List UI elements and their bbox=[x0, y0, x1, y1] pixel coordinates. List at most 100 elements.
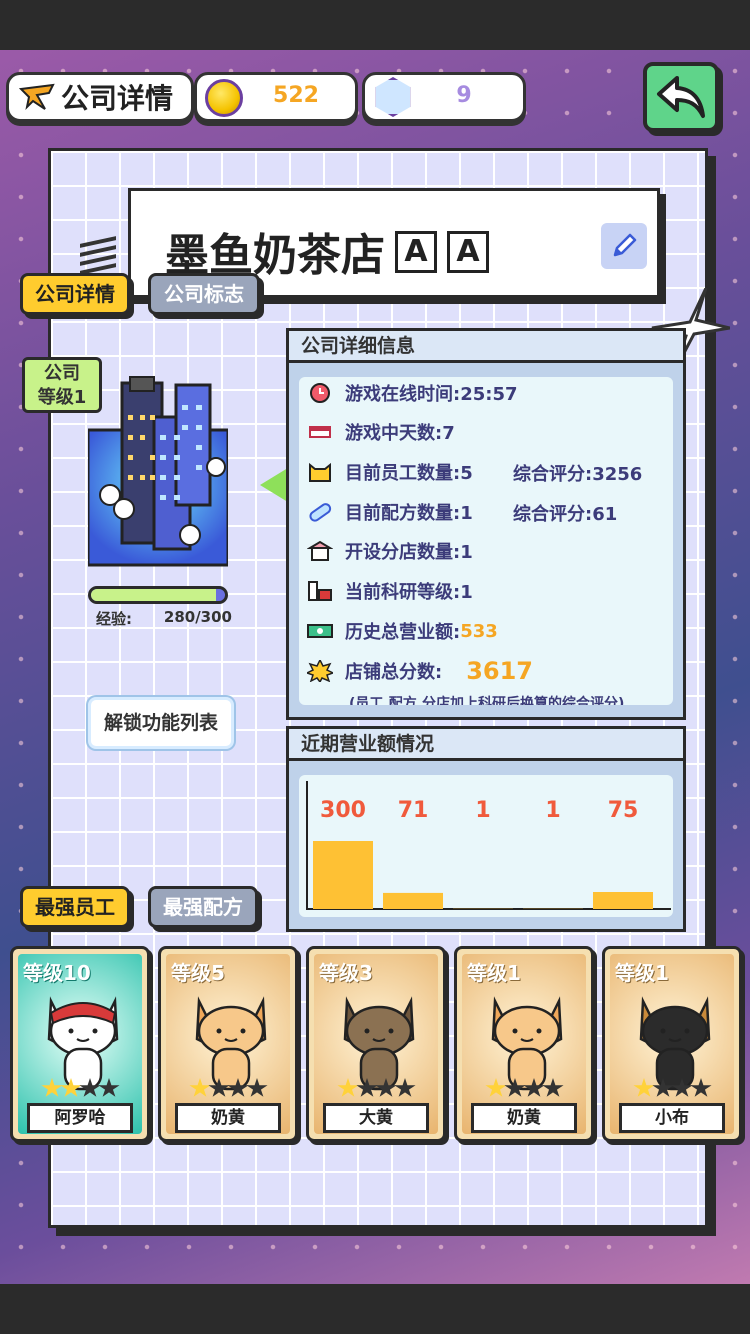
star-icon bbox=[394, 1078, 416, 1097]
cat-portrait-icon bbox=[639, 996, 711, 1091]
star-icon bbox=[690, 1078, 712, 1097]
total-revenue-value: 533 bbox=[460, 620, 498, 642]
calendar-icon bbox=[309, 426, 331, 438]
revenue-chart-panel: 近期营业额情况 300 71 1 1 75 bbox=[286, 726, 686, 932]
shop-score-value: 3617 bbox=[466, 657, 533, 685]
cat-portrait-icon bbox=[47, 996, 119, 1091]
coin-icon bbox=[205, 79, 243, 117]
chart-area: 300 71 1 1 75 bbox=[299, 775, 673, 917]
star-icon bbox=[337, 1078, 359, 1097]
coin-counter: 522 bbox=[194, 72, 358, 122]
star-icon bbox=[189, 1078, 211, 1097]
chart-data-label: 1 bbox=[545, 798, 560, 823]
staff-name: 大黄 bbox=[323, 1103, 429, 1133]
star-icon bbox=[41, 1078, 63, 1097]
info-row-shop-score: 店铺总分数: 3617 bbox=[307, 657, 533, 685]
staff-score: 综合评分:3256 bbox=[513, 464, 643, 485]
bottom-letterbox bbox=[0, 1284, 750, 1334]
info-row-branch-count: 开设分店数量:1 bbox=[307, 537, 473, 565]
star-icon bbox=[542, 1078, 564, 1097]
company-building-illustration bbox=[88, 376, 228, 567]
chart-data-label: 75 bbox=[608, 798, 639, 823]
decorative-stripes bbox=[80, 236, 116, 275]
star-icon bbox=[671, 1078, 693, 1097]
top-letterbox bbox=[0, 0, 750, 50]
star-rating bbox=[485, 1078, 564, 1098]
star-icon bbox=[485, 1078, 507, 1097]
back-button[interactable] bbox=[643, 62, 719, 132]
revenue-bar-chart: 300 71 1 1 75 bbox=[306, 781, 671, 910]
font-style-a-bold-icon[interactable]: A bbox=[447, 231, 489, 273]
star-icon bbox=[375, 1078, 397, 1097]
star-rating bbox=[633, 1078, 712, 1098]
staff-card[interactable]: 等级10 阿罗哈 bbox=[10, 946, 150, 1142]
staff-level: 等级1 bbox=[467, 961, 521, 985]
store-icon bbox=[307, 540, 333, 561]
cash-icon bbox=[307, 624, 333, 638]
star-icon bbox=[356, 1078, 378, 1097]
xp-progress-fill bbox=[91, 589, 217, 601]
cat-portrait-icon bbox=[195, 996, 267, 1091]
staff-name: 奶黄 bbox=[175, 1103, 281, 1133]
star-icon bbox=[208, 1078, 230, 1097]
staff-card[interactable]: 等级1 奶黄 bbox=[454, 946, 594, 1142]
chart-data-label: 300 bbox=[320, 798, 366, 823]
staff-level: 等级1 bbox=[615, 961, 669, 985]
staff-name: 小布 bbox=[619, 1103, 725, 1133]
info-row-staff-count: 目前员工数量:5 bbox=[307, 458, 473, 486]
star-icon bbox=[504, 1078, 526, 1097]
star-icon bbox=[227, 1078, 249, 1097]
star-rating bbox=[337, 1078, 416, 1098]
pencil-icon bbox=[613, 233, 637, 257]
chart-bar bbox=[313, 841, 373, 909]
cat-portrait-icon bbox=[343, 996, 415, 1091]
star-icon bbox=[523, 1078, 545, 1097]
staff-card[interactable]: 等级1 小布 bbox=[602, 946, 742, 1142]
info-list[interactable]: 游戏在线时间:25:57 游戏中天数:7 目前员工数量:5 综合评分:3256 … bbox=[299, 377, 673, 705]
staff-card[interactable]: 等级3 大黄 bbox=[306, 946, 446, 1142]
star-icon bbox=[246, 1078, 268, 1097]
star-icon bbox=[60, 1078, 82, 1097]
cat-face-icon bbox=[309, 462, 331, 482]
staff-level: 等级3 bbox=[319, 961, 373, 985]
chart-data-label: 71 bbox=[398, 798, 429, 823]
tab-company-logo[interactable]: 公司标志 bbox=[148, 273, 260, 315]
company-logo-icon bbox=[19, 83, 55, 111]
staff-level: 等级5 bbox=[171, 961, 225, 985]
tab-best-recipe[interactable]: 最强配方 bbox=[148, 886, 258, 928]
cat-portrait-icon bbox=[491, 996, 563, 1091]
gem-value: 9 bbox=[456, 83, 472, 108]
company-info-panel: 公司详细信息 游戏在线时间:25:57 游戏中天数:7 目前员工数量:5 综合评… bbox=[286, 328, 686, 720]
chart-panel-title: 近期营业额情况 bbox=[289, 729, 683, 761]
chart-bar bbox=[383, 892, 443, 909]
star-icon bbox=[98, 1078, 120, 1097]
tab-best-staff[interactable]: 最强员工 bbox=[20, 886, 130, 928]
info-row-online-time: 游戏在线时间:25:57 bbox=[307, 379, 518, 407]
star-rating bbox=[189, 1078, 268, 1098]
info-row-recipe-count: 目前配方数量:1 bbox=[307, 498, 473, 526]
star-rating bbox=[41, 1078, 120, 1098]
edit-name-button[interactable] bbox=[601, 223, 647, 269]
info-row-days: 游戏中天数:7 bbox=[307, 418, 455, 446]
score-note: (员工,配方,分店加上科研后换算的综合评分) bbox=[349, 696, 625, 705]
font-style-a-icon[interactable]: A bbox=[395, 231, 437, 273]
chart-data-label: 1 bbox=[475, 798, 490, 823]
coin-value: 522 bbox=[273, 83, 319, 108]
pill-icon bbox=[309, 503, 332, 522]
info-row-research-level: 当前科研等级:1 bbox=[307, 577, 473, 605]
sun-badge-icon bbox=[307, 660, 333, 682]
tab-company-details[interactable]: 公司详情 bbox=[20, 273, 130, 315]
chart-bar bbox=[593, 892, 653, 909]
star-icon bbox=[79, 1078, 101, 1097]
gem-icon bbox=[375, 77, 411, 117]
staff-name: 奶黄 bbox=[471, 1103, 577, 1133]
xp-value: 280/300 bbox=[163, 608, 232, 626]
info-row-total-revenue: 历史总营业额: 533 bbox=[307, 617, 498, 645]
staff-card[interactable]: 等级5 奶黄 bbox=[158, 946, 298, 1142]
xp-progress-bar bbox=[88, 586, 228, 604]
gem-counter: 9 bbox=[362, 72, 526, 122]
star-icon bbox=[633, 1078, 655, 1097]
unlock-features-button[interactable]: 解锁功能列表 bbox=[88, 697, 234, 749]
staff-level: 等级10 bbox=[23, 961, 91, 985]
staff-name: 阿罗哈 bbox=[27, 1103, 133, 1133]
